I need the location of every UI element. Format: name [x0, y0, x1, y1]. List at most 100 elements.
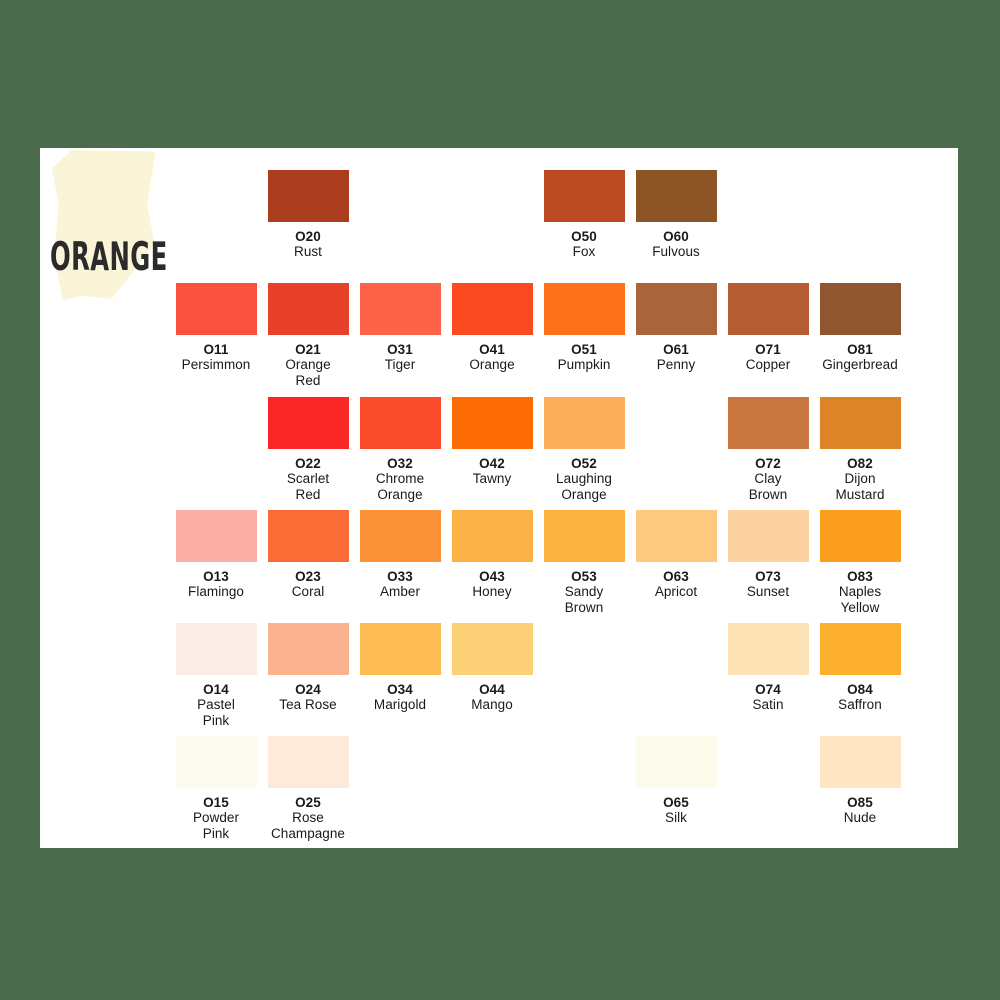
swatch-name: Satin [752, 697, 784, 712]
swatch-cell-o82: O82 Dijon Mustard [812, 397, 908, 503]
swatch-code: O84 [847, 682, 873, 697]
swatch-name: Copper [745, 357, 791, 372]
swatch-cell-o23: O23 Coral [260, 510, 356, 600]
swatch-cell-o22: O22 Scarlet Red [260, 397, 356, 503]
swatch-code: O42 [479, 456, 505, 471]
swatch-name: Orange Red [285, 357, 331, 388]
swatch-code: O22 [295, 456, 321, 471]
swatch-code: O72 [755, 456, 781, 471]
color-swatch [451, 623, 533, 675]
swatch-cell-o24: O24 Tea Rose [260, 623, 356, 713]
swatch-name: Apricot [654, 584, 698, 599]
swatch-cell-o60: O60 Fulvous [628, 170, 724, 260]
swatch-name: Rust [294, 244, 322, 259]
color-swatch [451, 510, 533, 562]
swatch-name: Clay Brown [748, 471, 788, 502]
swatch-name: Gingerbread [822, 357, 898, 372]
color-swatch [267, 397, 349, 449]
swatch-name: Marigold [373, 697, 427, 712]
color-swatch [727, 510, 809, 562]
swatch-name: Penny [656, 357, 696, 372]
color-chart-card: ORANGE O20 Rust O50 Fox O60 Fulvous O11 Persimm… [40, 148, 958, 848]
swatch-code: O33 [387, 569, 413, 584]
color-swatch [635, 736, 717, 788]
swatch-code: O74 [755, 682, 781, 697]
swatch-cell-o13: O13 Flamingo [168, 510, 264, 600]
color-swatch [267, 283, 349, 335]
swatch-name: Silk [665, 810, 687, 825]
swatch-cell-o51: O51 Pumpkin [536, 283, 632, 373]
swatch-cell-o50: O50 Fox [536, 170, 632, 260]
swatch-code: O24 [295, 682, 321, 697]
swatch-cell-o34: O34 Marigold [352, 623, 448, 713]
swatch-name: Persimmon [181, 357, 251, 372]
swatch-cell-o25: O25 Rose Champagne [260, 736, 356, 842]
color-swatch [543, 510, 625, 562]
swatch-code: O15 [203, 795, 229, 810]
swatch-code: O63 [663, 569, 689, 584]
color-swatch [819, 397, 901, 449]
swatch-cell-o83: O83 Naples Yellow [812, 510, 908, 616]
swatch-code: O25 [295, 795, 321, 810]
color-swatch [543, 170, 625, 222]
color-swatch [727, 397, 809, 449]
swatch-cell-o43: O43 Honey [444, 510, 540, 600]
swatch-name: Nude [843, 810, 877, 825]
swatch-cell-o53: O53 Sandy Brown [536, 510, 632, 616]
swatch-name: Tea Rose [279, 697, 337, 712]
color-swatch [543, 397, 625, 449]
swatch-name: Fox [572, 244, 596, 259]
swatch-name: Sunset [746, 584, 790, 599]
swatch-code: O53 [571, 569, 597, 584]
swatch-code: O11 [203, 342, 229, 357]
swatch-cell-o31: O31 Tiger [352, 283, 448, 373]
swatch-code: O32 [387, 456, 413, 471]
color-swatch [451, 283, 533, 335]
swatch-name: Flamingo [188, 584, 244, 599]
color-swatch [727, 283, 809, 335]
color-swatch [267, 510, 349, 562]
color-swatch [175, 283, 257, 335]
swatch-code: O71 [755, 342, 781, 357]
swatch-code: O34 [387, 682, 413, 697]
swatch-cell-o84: O84 Saffron [812, 623, 908, 713]
swatch-cell-o72: O72 Clay Brown [720, 397, 816, 503]
swatch-cell-o33: O33 Amber [352, 510, 448, 600]
swatch-name: Tiger [384, 357, 416, 372]
swatch-code: O31 [387, 342, 413, 357]
color-swatch [175, 510, 257, 562]
swatch-name: Laughing Orange [556, 471, 612, 502]
swatch-code: O50 [571, 229, 597, 244]
swatch-code: O23 [295, 569, 321, 584]
swatch-name: Saffron [838, 697, 882, 712]
swatch-name: Orange [469, 357, 515, 372]
swatch-code: O60 [663, 229, 689, 244]
swatch-code: O21 [295, 342, 321, 357]
swatch-name: Powder Pink [192, 810, 240, 841]
color-swatch [359, 623, 441, 675]
color-swatch [543, 283, 625, 335]
swatch-cell-o42: O42 Tawny [444, 397, 540, 487]
color-swatch [635, 283, 717, 335]
swatch-name: Mango [471, 697, 513, 712]
swatch-name: Tawny [472, 471, 512, 486]
swatch-code: O44 [479, 682, 505, 697]
swatch-cell-o14: O14 Pastel Pink [168, 623, 264, 729]
color-swatch [175, 736, 257, 788]
color-swatch [267, 736, 349, 788]
color-swatch [451, 397, 533, 449]
swatch-name: Chrome Orange [375, 471, 425, 502]
swatch-name: Rose Champagne [270, 810, 345, 841]
swatch-cell-o32: O32 Chrome Orange [352, 397, 448, 503]
color-swatch [819, 736, 901, 788]
swatch-name: Honey [472, 584, 512, 599]
swatch-name: Dijon Mustard [835, 471, 885, 502]
color-swatch [635, 510, 717, 562]
color-swatch [175, 623, 257, 675]
swatch-code: O82 [847, 456, 873, 471]
swatch-name: Coral [291, 584, 325, 599]
color-swatch [359, 510, 441, 562]
swatch-cell-o21: O21 Orange Red [260, 283, 356, 389]
color-swatch [359, 283, 441, 335]
swatch-cell-o41: O41 Orange [444, 283, 540, 373]
